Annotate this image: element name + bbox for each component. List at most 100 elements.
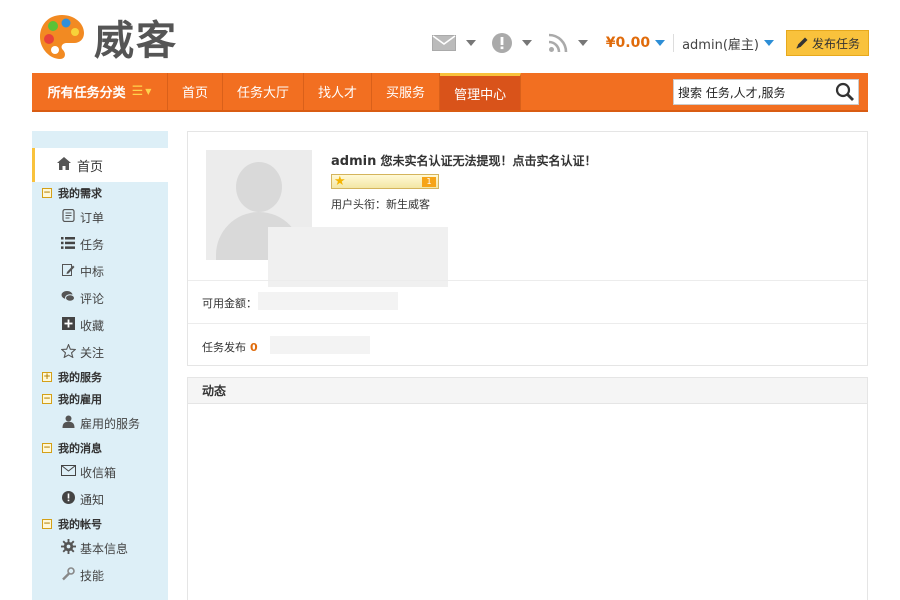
collapse-icon: − [42, 443, 52, 453]
category-label: 所有任务分类 [47, 86, 126, 101]
sidebar-group-label: 我的需求 [58, 187, 102, 200]
expand-icon: + [42, 372, 52, 382]
sidebar-group[interactable]: + 我的服务 [32, 366, 168, 388]
sidebar-item[interactable]: 评论 [32, 285, 168, 312]
sidebar-item[interactable]: 中标 [32, 258, 168, 285]
divider [673, 34, 675, 52]
sidebar-item-label: 评论 [80, 292, 105, 306]
sidebar-home-label: 首页 [77, 159, 104, 175]
nav-management-center[interactable]: 管理中心 [440, 73, 522, 110]
profile-title: 用户头衔：新生威客 [331, 198, 430, 211]
nav-home[interactable]: 首页 [168, 73, 224, 110]
chevron-down-icon: ▼ [145, 87, 152, 96]
comment-icon [60, 290, 76, 307]
sidebar-group-label: 我的帐号 [58, 518, 102, 531]
nav-task-hall[interactable]: 任务大厅 [223, 73, 305, 110]
sidebar-item-home[interactable]: 首页 [32, 148, 168, 182]
alerts-menu[interactable] [491, 33, 532, 53]
feed-title: 动态 [188, 378, 867, 404]
balance-value: ¥0.00 [605, 35, 651, 51]
sidebar-item[interactable]: 任务 [32, 231, 168, 258]
sidebar-group-label: 我的服务 [58, 371, 102, 384]
rss-menu[interactable] [548, 33, 588, 53]
level-badge: 1 [422, 177, 436, 187]
category-menu[interactable]: 所有任务分类 ☰ ▼ [32, 73, 168, 110]
wrench-icon [60, 566, 76, 585]
alert-icon [491, 33, 512, 53]
sidebar-item-label: 技能 [80, 569, 105, 583]
blurred-region [268, 227, 448, 287]
sidebar-group[interactable]: − 我的帐号 [32, 513, 168, 535]
list-icon: ☰ [131, 84, 144, 99]
search-box [673, 79, 859, 105]
sidebar: 首页 − 我的需求 订单 任务 中标 评论 收藏 关注 + 我的服务 − 我的雇用 雇用的服务 − 我的消息… [32, 131, 168, 600]
star-icon [59, 342, 77, 362]
sidebar-item[interactable]: 雇用的服务 [32, 410, 168, 437]
user-icon [60, 415, 76, 432]
plus-square-icon [60, 317, 76, 334]
top-toolbar: ¥0.00 admin(雇主) 发布任务 [416, 28, 869, 58]
chevron-down-icon [521, 40, 532, 46]
site-logo[interactable]: 威客 [36, 8, 178, 66]
chevron-down-icon [655, 40, 666, 46]
chevron-down-icon [577, 40, 588, 46]
sidebar-item[interactable]: 技能 [32, 562, 168, 589]
sidebar-item[interactable]: 订单 [32, 204, 168, 231]
mail-icon [431, 35, 456, 51]
sidebar-item[interactable]: 收藏 [32, 312, 168, 339]
tasks-published-row: 任务发布 0 [202, 339, 258, 355]
list-icon [60, 236, 76, 253]
rss-icon [548, 33, 568, 53]
sidebar-item-label: 订单 [80, 211, 105, 225]
available-balance-label: 可用金额： [202, 297, 257, 310]
publish-task-button[interactable]: 发布任务 [785, 30, 869, 56]
divider [188, 280, 867, 281]
tasks-published-count: 0 [250, 341, 258, 354]
star-icon: ★ [334, 174, 346, 189]
sidebar-item-label: 收藏 [80, 319, 105, 333]
mail-icon [60, 465, 76, 480]
search-input[interactable] [674, 80, 834, 104]
gear-icon [60, 539, 76, 558]
blurred-region [270, 336, 370, 354]
search-button[interactable] [834, 81, 856, 103]
sidebar-group[interactable]: − 我的需求 [32, 182, 168, 204]
sidebar-item-label: 任务 [80, 238, 105, 252]
pencil-icon [796, 37, 808, 49]
sidebar-item-label: 基本信息 [80, 542, 129, 556]
info-icon [60, 491, 76, 508]
blurred-region [258, 292, 398, 310]
sidebar-item[interactable]: 收信箱 [32, 459, 168, 486]
sidebar-item[interactable]: 基本信息 [32, 535, 168, 562]
main-nav: 所有任务分类 ☰ ▼ 首页 任务大厅 找人才 买服务 管理中心 [32, 73, 868, 112]
collapse-icon: − [42, 188, 52, 198]
collapse-icon: − [42, 394, 52, 404]
activity-feed-card: 动态 [187, 377, 868, 600]
edit-icon [60, 263, 76, 280]
sidebar-item-label: 通知 [80, 493, 105, 507]
sidebar-item[interactable]: 通知 [32, 486, 168, 513]
sidebar-group[interactable]: − 我的雇用 [32, 388, 168, 410]
profile-heading: admin 您未实名认证无法提现！点击实名认证！ [331, 152, 597, 169]
verify-notice-link[interactable]: 您未实名认证无法提现！点击实名认证！ [381, 154, 597, 168]
credit-level-bar: ★ 1 [331, 174, 439, 189]
logo-text: 威客 [94, 17, 178, 64]
sidebar-item-label: 中标 [80, 265, 105, 279]
divider [188, 323, 867, 324]
collapse-icon: − [42, 519, 52, 529]
user-name: admin(雇主) [682, 37, 759, 53]
tasks-published-label: 任务发布 [202, 341, 246, 354]
user-menu[interactable]: admin(雇主) [682, 34, 774, 53]
sidebar-item-label: 雇用的服务 [80, 417, 141, 431]
nav-buy-service[interactable]: 买服务 [372, 73, 441, 110]
sidebar-group[interactable]: − 我的消息 [32, 437, 168, 459]
home-icon [57, 156, 71, 174]
nav-find-talent[interactable]: 找人才 [304, 73, 373, 110]
sidebar-item[interactable]: 关注 [32, 339, 168, 366]
sidebar-item-label: 收信箱 [80, 466, 117, 480]
chevron-down-icon [763, 40, 774, 46]
messages-menu[interactable] [431, 35, 476, 51]
balance-menu[interactable]: ¥0.00 [605, 35, 666, 51]
chevron-down-icon [465, 40, 476, 46]
order-icon [60, 208, 76, 226]
